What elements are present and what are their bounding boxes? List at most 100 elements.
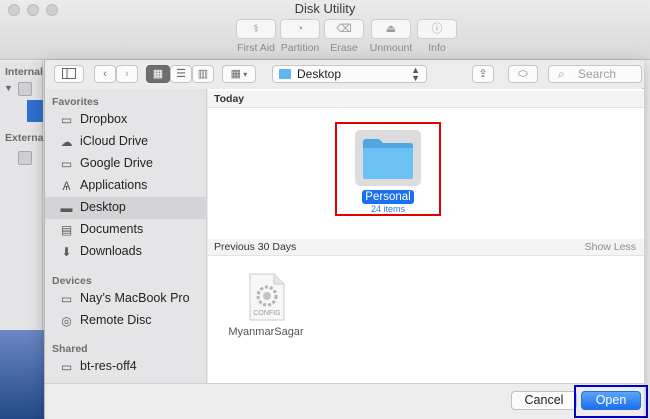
columns-icon: ▥ [197, 68, 209, 80]
sidebar-item-desktop[interactable]: ▬ Desktop [45, 197, 207, 219]
folder-icon: ▭ [60, 157, 73, 171]
list-icon: ☰ [176, 68, 186, 80]
unmount-label: Unmount [369, 42, 413, 54]
partition-label: Partition [280, 42, 320, 54]
internal-header: Internal [5, 66, 43, 78]
info-label: Info [428, 42, 446, 54]
forward-button[interactable]: › [116, 65, 138, 83]
chevron-right-icon: › [125, 68, 129, 80]
network-computer-icon: ▭ [60, 360, 73, 374]
unmount-button[interactable]: ⏏ Unmount [366, 19, 416, 54]
sidebar-item-label: Desktop [80, 200, 126, 214]
sidebar-icon [62, 68, 76, 79]
selected-volume-icon[interactable] [27, 100, 43, 122]
open-dialog: ‹ › ▦ ☰ ▥ ▦ ▾ Desktop ▲ ▼ ⇪ ⬭ ⌕ Search Fa… [44, 60, 648, 419]
item-name-myanmarsagar: MyanmarSagar [228, 326, 304, 338]
sidebar-item-bt-res-off4[interactable]: ▭ bt-res-off4 [45, 356, 207, 378]
sidebar-item-label: Dropbox [80, 112, 128, 126]
erase-label: Erase [330, 42, 358, 54]
shared-header: Shared [52, 343, 88, 355]
favorites-header: Favorites [52, 96, 99, 108]
file-browser: Today Personal 24 items Previous 30 Days… [208, 89, 644, 383]
list-view-button[interactable]: ☰ [170, 65, 192, 83]
desktop-wallpaper [0, 330, 45, 419]
cloud-icon: ☁ [60, 135, 73, 149]
disc-icon: ◎ [61, 314, 72, 328]
sidebar-toggle-button[interactable] [54, 65, 84, 83]
folder-icon [279, 69, 291, 79]
sidebar-item-applications[interactable]: Ѧ Applications [45, 175, 207, 197]
location-popup[interactable]: Desktop ▲ ▼ [272, 65, 427, 83]
sidebar-item-label: Applications [80, 178, 148, 192]
sidebar-item-remote-disc[interactable]: ◎ Remote Disc [45, 310, 207, 332]
today-section-header: Today [208, 91, 644, 108]
cancel-button[interactable]: Cancel [511, 391, 577, 410]
sidebar-item-label: Nay’s MacBook Pro [80, 291, 190, 305]
window-title: Disk Utility [294, 1, 356, 16]
folder-item-personal[interactable]: Personal 24 items [349, 128, 427, 214]
applications-icon: Ѧ [62, 179, 71, 193]
search-icon: ⌕ [558, 67, 565, 81]
dialog-toolbar: ‹ › ▦ ☰ ▥ ▦ ▾ Desktop ▲ ▼ ⇪ ⬭ ⌕ Search [45, 60, 644, 88]
window-right-edge [643, 61, 650, 419]
dialog-sidebar: Favorites ▭ Dropbox ☁ iCloud Drive ▭ Google… [45, 89, 207, 383]
chevron-left-icon: ‹ [103, 68, 107, 80]
updown-chevron-icon: ▲ ▼ [411, 65, 420, 83]
devices-header: Devices [52, 275, 92, 287]
info-button[interactable]: ⓘ Info [412, 19, 462, 54]
open-button[interactable]: Open [581, 391, 641, 410]
first-aid-label: First Aid [237, 42, 275, 54]
partition-button[interactable]: ◔ Partition [275, 19, 325, 54]
search-placeholder: Search [578, 67, 617, 81]
sidebar-item-icloud-drive[interactable]: ☁ iCloud Drive [45, 131, 207, 153]
show-less-link[interactable]: Show Less [585, 241, 636, 253]
download-icon: ⬇ [61, 245, 72, 259]
sidebar-item-label: Remote Disc [80, 313, 152, 327]
sidebar-item-label: bt-res-off4 [80, 359, 137, 373]
dropbox-folder-icon: ▭ [60, 113, 73, 127]
back-button[interactable]: ‹ [94, 65, 116, 83]
file-item-myanmarsagar[interactable]: CONFIG MyanmarSagar [226, 272, 306, 352]
config-badge: CONFIG [253, 310, 281, 317]
sidebar-item-label: Google Drive [80, 156, 153, 170]
sidebar-item-google-drive[interactable]: ▭ Google Drive [45, 153, 207, 175]
external-disk-icon[interactable] [18, 151, 32, 165]
search-field[interactable]: ⌕ Search [548, 65, 642, 83]
grid-icon: ▦ [152, 68, 164, 80]
external-header: External [5, 132, 47, 144]
laptop-icon: ▭ [60, 292, 73, 306]
first-aid-button[interactable]: ⚕ First Aid [231, 19, 281, 54]
previous-header-label: Previous 30 Days [214, 241, 297, 253]
sidebar-item-label: Downloads [80, 244, 142, 258]
share-button[interactable]: ⇪ [472, 65, 494, 83]
folder-icon [363, 139, 413, 179]
pie-icon: ◔ [280, 19, 320, 39]
sidebar-item-downloads[interactable]: ⬇ Downloads [45, 241, 207, 263]
sidebar-item-macbook-pro[interactable]: ▭ Nay’s MacBook Pro [45, 288, 207, 310]
sidebar-item-dropbox[interactable]: ▭ Dropbox [45, 109, 207, 131]
chevron-down-icon: ▾ [241, 70, 248, 79]
internal-disk-icon[interactable] [18, 82, 32, 96]
tags-button[interactable]: ⬭ [508, 65, 538, 83]
today-header-label: Today [214, 93, 245, 105]
stethoscope-icon: ⚕ [236, 19, 276, 39]
item-name-personal: Personal [362, 190, 414, 204]
disclosure-triangle-icon[interactable]: ▼ [4, 83, 13, 93]
arrange-button[interactable]: ▦ ▾ [222, 65, 256, 83]
erase-icon: ⌫ [324, 19, 364, 39]
location-label: Desktop [297, 67, 342, 81]
icon-view-button[interactable]: ▦ [146, 65, 170, 83]
dialog-footer: Cancel Open [45, 383, 648, 419]
tag-icon: ⬭ [518, 68, 528, 80]
item-count-personal: 24 items [370, 204, 405, 214]
column-view-button[interactable]: ▥ [192, 65, 214, 83]
sidebar-item-label: iCloud Drive [80, 134, 149, 148]
desktop-icon: ▬ [60, 201, 73, 215]
info-icon: ⓘ [417, 19, 457, 39]
document-icon: ▤ [60, 223, 73, 237]
disk-utility-titlebar: Disk Utility ⚕ First Aid ◔ Partition ⌫ E… [0, 0, 650, 60]
erase-button[interactable]: ⌫ Erase [319, 19, 369, 54]
sidebar-item-documents[interactable]: ▤ Documents [45, 219, 207, 241]
arrange-grid-icon: ▦ [230, 68, 242, 80]
eject-icon: ⏏ [371, 19, 411, 39]
